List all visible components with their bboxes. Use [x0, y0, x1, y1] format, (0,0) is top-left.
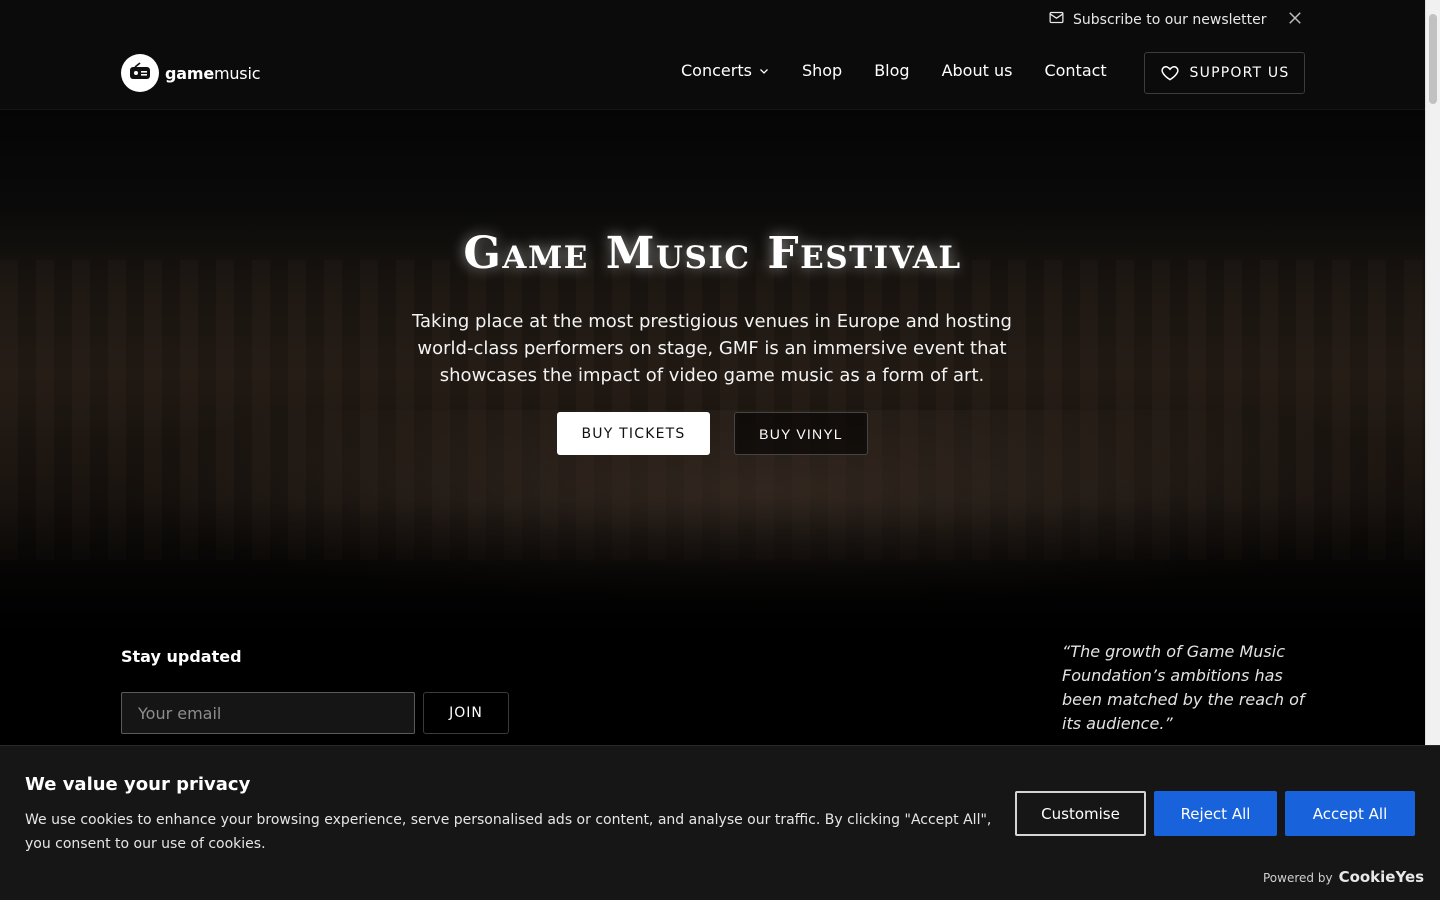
main-nav: Concerts Shop Blog About us Contact — [681, 61, 1107, 80]
cookie-banner: We value your privacy We use cookies to … — [0, 745, 1440, 900]
cookieyes-logo: CookieYes — [1338, 868, 1425, 886]
testimonial-quote: “The growth of Game Music Foundation’s a… — [1062, 642, 1305, 733]
buy-vinyl-button[interactable]: BUY VINYL — [734, 412, 868, 455]
hero-section: Game Music Festival Taking place at the … — [0, 110, 1425, 640]
customise-button[interactable]: Customise — [1015, 791, 1146, 836]
heart-icon — [1160, 65, 1179, 81]
powered-by-label: Powered by — [1263, 871, 1333, 885]
hero-buttons: BUY TICKETS BUY VINYL — [557, 412, 868, 455]
site-logo[interactable]: gamemusic — [121, 54, 260, 92]
hero-title: Game Music Festival — [463, 228, 962, 279]
support-us-label: SUPPORT US — [1189, 65, 1290, 81]
email-input[interactable] — [121, 692, 415, 734]
newsletter-label: Subscribe to our newsletter — [1073, 11, 1267, 28]
cookie-title: We value your privacy — [25, 774, 251, 795]
top-bar: Subscribe to our newsletter — [0, 0, 1425, 36]
close-icon[interactable] — [1286, 9, 1304, 27]
accept-all-button[interactable]: Accept All — [1285, 791, 1415, 836]
scrollbar-thumb[interactable] — [1429, 14, 1437, 104]
newsletter-link[interactable]: Subscribe to our newsletter — [1048, 9, 1266, 30]
nav-about-us[interactable]: About us — [942, 61, 1013, 80]
logo-icon — [121, 54, 159, 92]
hero-description: Taking place at the most prestigious ven… — [412, 311, 1012, 386]
stay-updated-title: Stay updated — [121, 647, 242, 666]
logo-text-light: music — [213, 63, 261, 83]
logo-text-bold: game — [165, 63, 214, 83]
nav-contact[interactable]: Contact — [1044, 61, 1106, 80]
nav-blog[interactable]: Blog — [874, 61, 909, 80]
nav-shop[interactable]: Shop — [802, 61, 842, 80]
join-button[interactable]: JOIN — [423, 692, 509, 734]
buy-tickets-button[interactable]: BUY TICKETS — [557, 412, 710, 455]
nav-concerts[interactable]: Concerts — [681, 61, 770, 80]
nav-concerts-label: Concerts — [681, 61, 752, 80]
site-header: gamemusic Concerts Shop Blog About us Co… — [0, 36, 1425, 110]
reject-all-button[interactable]: Reject All — [1154, 791, 1277, 836]
mail-icon — [1048, 9, 1065, 30]
hero-fade — [0, 500, 1425, 640]
support-us-button[interactable]: SUPPORT US — [1144, 52, 1305, 94]
logo-text: gamemusic — [165, 64, 260, 83]
cookie-text: We use cookies to enhance your browsing … — [25, 812, 992, 852]
chevron-down-icon — [759, 68, 768, 74]
powered-by[interactable]: Powered by CookieYes — [1263, 868, 1424, 886]
